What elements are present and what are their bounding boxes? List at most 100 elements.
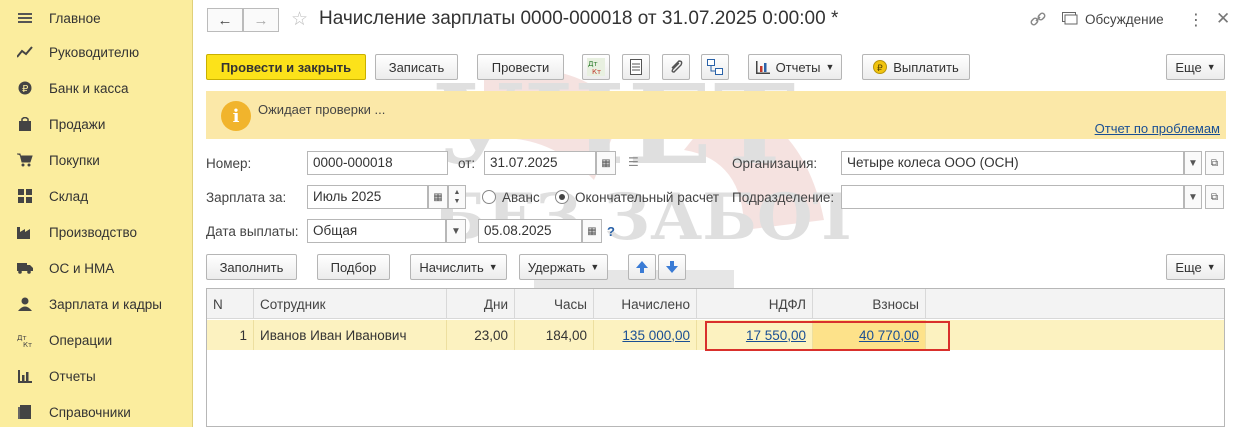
final-settlement-label: Окончательный расчет (575, 190, 720, 205)
department-open-button[interactable]: ⧉ (1205, 185, 1224, 209)
cell-employee[interactable]: Иванов Иван Иванович (254, 320, 447, 350)
sidebar-item-sales[interactable]: Продажи (0, 106, 193, 142)
more-vert-icon[interactable]: ⋮ (1188, 10, 1204, 30)
sidebar-item-manager[interactable]: Руководителю (0, 34, 193, 70)
move-down-button[interactable] (658, 254, 686, 280)
sidebar-item-label: Главное (49, 10, 101, 26)
calendar-button[interactable]: ▦ (596, 151, 616, 175)
payday-type-field[interactable]: Общая (307, 219, 446, 243)
cell-accrued[interactable]: 135 000,00 (594, 320, 697, 350)
period-stepper[interactable]: ▲ ▼ (448, 185, 466, 209)
caret-down-icon: ▼ (451, 225, 461, 237)
sidebar-item-purchases[interactable]: Покупки (0, 142, 193, 178)
payday-date-field[interactable]: 05.08.2025 (478, 219, 582, 243)
problems-report-link[interactable]: Отчет по проблемам (1095, 121, 1220, 136)
date-field[interactable]: 31.07.2025 (484, 151, 596, 175)
document-icon (630, 59, 642, 75)
accruals-table: N Сотрудник Дни Часы Начислено НДФЛ Взно… (206, 288, 1225, 427)
salary-period-field[interactable]: Июль 2025 (307, 185, 428, 209)
svg-text:Дт: Дт (588, 60, 598, 68)
col-n[interactable]: N (207, 289, 254, 319)
accrue-dropdown[interactable]: Начислить ▼ (410, 254, 507, 280)
advance-radio[interactable] (482, 190, 496, 204)
sidebar-item-label: Справочники (49, 404, 131, 420)
dt-kt-button[interactable]: Дт Кт (582, 54, 610, 80)
period-calendar-button[interactable]: ▦ (428, 185, 448, 209)
attach-button[interactable] (662, 54, 690, 80)
cell-days[interactable]: 23,00 (447, 320, 515, 350)
truck-icon (17, 260, 33, 276)
withhold-dropdown[interactable]: Удержать ▼ (519, 254, 608, 280)
sidebar-item-directories[interactable]: Справочники (0, 394, 193, 427)
accrue-label: Начислить (419, 259, 484, 275)
col-days[interactable]: Дни (447, 289, 515, 319)
table-more-button[interactable]: Еще ▼ (1166, 254, 1225, 280)
discussion-icon[interactable] (1062, 12, 1078, 29)
sidebar-item-label: Продажи (49, 116, 106, 132)
sidebar-item-production[interactable]: Производство (0, 214, 193, 250)
factory-icon (17, 224, 33, 240)
col-accrued[interactable]: Начислено (594, 289, 697, 319)
move-up-button[interactable] (628, 254, 656, 280)
fill-button[interactable]: Заполнить (206, 254, 297, 280)
table-header: N Сотрудник Дни Часы Начислено НДФЛ Взно… (207, 289, 1224, 319)
back-button[interactable]: ← (207, 8, 243, 32)
col-employee[interactable]: Сотрудник (254, 289, 447, 319)
organization-dropdown-button[interactable]: ▼ (1184, 151, 1202, 175)
sidebar-item-label: Производство (49, 224, 138, 240)
highlight-frame (705, 321, 950, 351)
save-button[interactable]: Записать (375, 54, 458, 80)
arrow-left-icon: ← (217, 11, 233, 29)
organization-field[interactable]: Четыре колеса ООО (ОСН) (841, 151, 1184, 175)
sidebar-item-bank[interactable]: ₽ Банк и касса (0, 70, 193, 106)
structure-button[interactable] (701, 54, 729, 80)
department-field[interactable] (841, 185, 1184, 209)
organization-open-button[interactable]: ⧉ (1205, 151, 1224, 175)
bag-icon (17, 116, 33, 132)
final-settlement-radio[interactable] (555, 190, 569, 204)
warehouse-icon (17, 188, 33, 204)
menu-icon (17, 10, 33, 26)
reports-label: Отчеты (775, 59, 821, 75)
more-label: Еще (1175, 259, 1202, 275)
svg-text:₽: ₽ (877, 64, 883, 74)
accrued-link[interactable]: 135 000,00 (622, 328, 690, 343)
sidebar-item-operations[interactable]: Дт Кт Операции (0, 322, 193, 358)
department-dropdown-button[interactable]: ▼ (1184, 185, 1202, 209)
paperclip-icon (671, 60, 683, 73)
star-icon[interactable]: ☆ (291, 8, 308, 31)
sidebar-item-fixed-assets[interactable]: ОС и НМА (0, 250, 193, 286)
post-and-close-button[interactable]: Провести и закрыть (206, 54, 366, 80)
svg-text:Кт: Кт (23, 341, 32, 347)
link-icon[interactable] (1030, 11, 1046, 31)
calendar-icon: ▦ (601, 157, 611, 169)
cell-hours[interactable]: 184,00 (515, 320, 594, 350)
more-button[interactable]: Еще ▼ (1166, 54, 1225, 80)
payday-type-dropdown[interactable]: ▼ (446, 219, 466, 243)
sidebar-item-label: Операции (49, 332, 113, 348)
select-button[interactable]: Подбор (317, 254, 390, 280)
organization-label: Организация: (732, 156, 818, 171)
document-list-button[interactable] (622, 54, 650, 80)
sidebar-item-salary-hr[interactable]: Зарплата и кадры (0, 286, 193, 322)
number-field[interactable]: 0000-000018 (307, 151, 448, 175)
reports-dropdown[interactable]: Отчеты ▼ (748, 54, 842, 80)
discussion-button[interactable]: Обсуждение (1085, 12, 1164, 27)
list-icon[interactable]: ☰ (628, 155, 639, 169)
col-contributions[interactable]: Взносы (813, 289, 926, 319)
pay-button[interactable]: ₽ Выплатить (862, 54, 970, 80)
forward-button[interactable]: → (243, 8, 279, 32)
close-icon[interactable]: ✕ (1216, 9, 1230, 29)
post-button[interactable]: Провести (477, 54, 564, 80)
sidebar-item-reports[interactable]: Отчеты (0, 358, 193, 394)
open-icon: ⧉ (1210, 191, 1219, 203)
more-label: Еще (1175, 59, 1202, 75)
help-icon[interactable]: ? (607, 224, 615, 239)
col-ndfl[interactable]: НДФЛ (697, 289, 813, 319)
payday-calendar-button[interactable]: ▦ (582, 219, 602, 243)
sidebar-item-warehouse[interactable]: Склад (0, 178, 193, 214)
calendar-icon: ▦ (433, 191, 443, 203)
sidebar-item-main[interactable]: Главное (0, 0, 193, 36)
col-hours[interactable]: Часы (515, 289, 594, 319)
sidebar-item-label: ОС и НМА (49, 260, 115, 276)
